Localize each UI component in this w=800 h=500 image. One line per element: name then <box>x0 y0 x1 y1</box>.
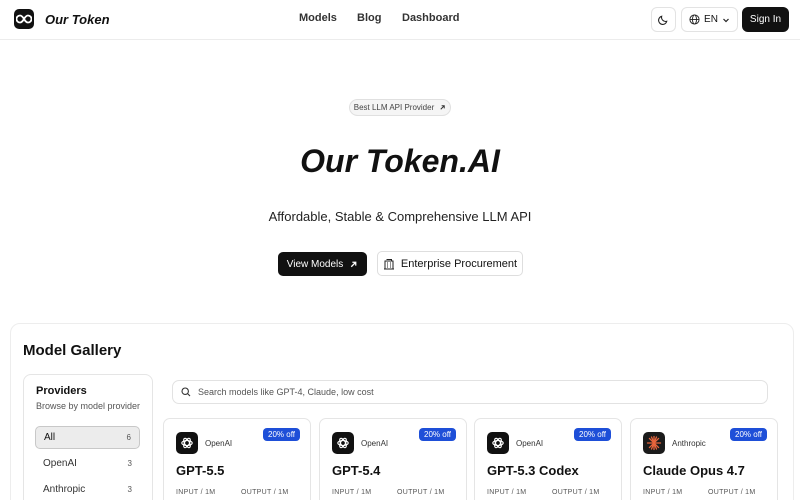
provider-pill-link[interactable]: Best LLM API Provider <box>349 99 451 116</box>
gallery-title: Model Gallery <box>23 342 122 359</box>
nav-models[interactable]: Models <box>299 12 337 24</box>
openai-logo-icon <box>332 432 354 454</box>
building-icon <box>383 258 394 269</box>
card-input-label: INPUT / 1M <box>643 489 683 496</box>
infinity-logo-icon[interactable] <box>14 9 34 29</box>
openai-logo-icon <box>176 432 198 454</box>
card-output-label: OUTPUT / 1M <box>552 489 600 496</box>
discount-badge: 20% off <box>419 428 456 441</box>
discount-badge: 20% off <box>730 428 767 441</box>
card-provider: OpenAI <box>516 439 544 448</box>
chevron-down-icon <box>723 18 729 22</box>
arrow-up-right-icon <box>440 105 445 110</box>
model-search-box[interactable] <box>172 380 768 404</box>
moon-icon <box>658 15 668 25</box>
discount-badge: 20% off <box>263 428 300 441</box>
theme-toggle-button[interactable] <box>651 7 676 32</box>
card-provider: Anthropic <box>672 439 706 448</box>
providers-subtitle: Browse by model provider <box>36 401 141 411</box>
pill-label: Best LLM API Provider <box>353 103 435 112</box>
sign-in-button[interactable]: Sign In <box>742 7 789 32</box>
card-model-name: GPT-5.5 <box>176 463 225 478</box>
arrow-up-right-icon <box>351 261 357 267</box>
card-model-name: GPT-5.4 <box>332 463 381 478</box>
top-header: Our Token Models Blog Dashboard EN Sign … <box>0 0 800 40</box>
brand-name[interactable]: Our Token <box>45 12 110 27</box>
nav-dashboard[interactable]: Dashboard <box>402 12 459 24</box>
card-input-label: INPUT / 1M <box>176 489 216 496</box>
card-input-label: INPUT / 1M <box>332 489 372 496</box>
model-card-gpt-5-3-codex[interactable]: OpenAI 20% off GPT-5.3 Codex INPUT / 1M … <box>474 418 622 500</box>
discount-badge: 20% off <box>574 428 611 441</box>
anthropic-logo-icon <box>643 432 665 454</box>
card-model-name: GPT-5.3 Codex <box>487 463 579 478</box>
nav-blog[interactable]: Blog <box>357 12 381 24</box>
model-card-gpt-5-5[interactable]: OpenAI 20% off GPT-5.5 INPUT / 1M OUTPUT… <box>163 418 311 500</box>
model-search-input[interactable] <box>198 387 758 397</box>
globe-icon <box>689 14 700 25</box>
provider-count: 3 <box>127 459 132 468</box>
provider-count: 3 <box>127 485 132 494</box>
view-models-button[interactable]: View Models <box>278 252 367 276</box>
enterprise-procurement-button[interactable]: Enterprise Procurement <box>377 251 523 276</box>
card-provider: OpenAI <box>205 439 233 448</box>
model-card-claude-opus-4-7[interactable]: Anthropic 20% off Claude Opus 4.7 INPUT … <box>630 418 778 500</box>
model-card-gpt-5-4[interactable]: OpenAI 20% off GPT-5.4 INPUT / 1M OUTPUT… <box>319 418 467 500</box>
search-icon <box>181 387 191 397</box>
provider-count: 6 <box>126 433 131 442</box>
card-input-label: INPUT / 1M <box>487 489 527 496</box>
hero-title: Our Token.AI <box>300 143 500 179</box>
provider-filter-all[interactable]: All 6 <box>35 426 140 449</box>
provider-label: All <box>44 432 56 443</box>
hero-subtitle: Affordable, Stable & Comprehensive LLM A… <box>268 209 532 224</box>
language-selector[interactable]: EN <box>681 7 738 32</box>
providers-title: Providers <box>36 385 87 397</box>
language-label: EN <box>704 14 718 25</box>
card-provider: OpenAI <box>361 439 389 448</box>
provider-label: Anthropic <box>43 484 86 495</box>
enterprise-procurement-label: Enterprise Procurement <box>400 257 518 270</box>
card-output-label: OUTPUT / 1M <box>397 489 445 496</box>
card-output-label: OUTPUT / 1M <box>241 489 289 496</box>
provider-filter-openai[interactable]: OpenAI 3 <box>35 452 140 475</box>
provider-filter-anthropic[interactable]: Anthropic 3 <box>35 478 140 500</box>
card-model-name: Claude Opus 4.7 <box>643 463 745 478</box>
openai-logo-icon <box>487 432 509 454</box>
view-models-label: View Models <box>286 258 344 270</box>
provider-label: OpenAI <box>43 458 77 469</box>
card-output-label: OUTPUT / 1M <box>708 489 756 496</box>
